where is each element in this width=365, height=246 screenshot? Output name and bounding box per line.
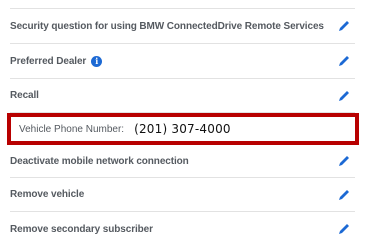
pencil-icon[interactable] <box>337 54 351 68</box>
top-divider <box>10 0 355 9</box>
settings-row-label: Preferred Dealer <box>10 55 87 67</box>
settings-row-label: Remove vehicle <box>10 189 85 200</box>
settings-row-label: Deactivate mobile network connection <box>10 155 189 167</box>
settings-row-remove-secondary-subscriber[interactable]: Remove secondary subscriber <box>10 212 355 246</box>
pencil-icon[interactable] <box>337 154 351 168</box>
settings-row-label: Remove secondary subscriber <box>10 223 153 235</box>
settings-list: Security question for using BMW Connecte… <box>0 0 365 246</box>
vehicle-phone-label: Vehicle Phone Number: <box>19 123 125 135</box>
settings-row-deactivate-network[interactable]: Deactivate mobile network connection <box>10 145 355 178</box>
pencil-icon[interactable] <box>337 188 351 202</box>
settings-row-recall[interactable]: Recall <box>10 79 355 113</box>
settings-row-label: Recall <box>10 90 39 101</box>
pencil-icon[interactable] <box>337 89 351 103</box>
pencil-icon[interactable] <box>337 19 351 33</box>
vehicle-phone-value: (201) 307-4000 <box>134 122 231 136</box>
info-icon[interactable]: i <box>91 55 103 67</box>
vehicle-phone-highlight: Vehicle Phone Number: (201) 307-4000 <box>7 113 359 145</box>
settings-row-remove-vehicle[interactable]: Remove vehicle <box>10 178 355 212</box>
settings-row-label: Security question for using BMW Connecte… <box>10 20 324 32</box>
settings-row-preferred-dealer[interactable]: Preferred Dealer i <box>10 44 355 79</box>
settings-row-security-question[interactable]: Security question for using BMW Connecte… <box>10 9 355 44</box>
pencil-icon[interactable] <box>337 222 351 236</box>
